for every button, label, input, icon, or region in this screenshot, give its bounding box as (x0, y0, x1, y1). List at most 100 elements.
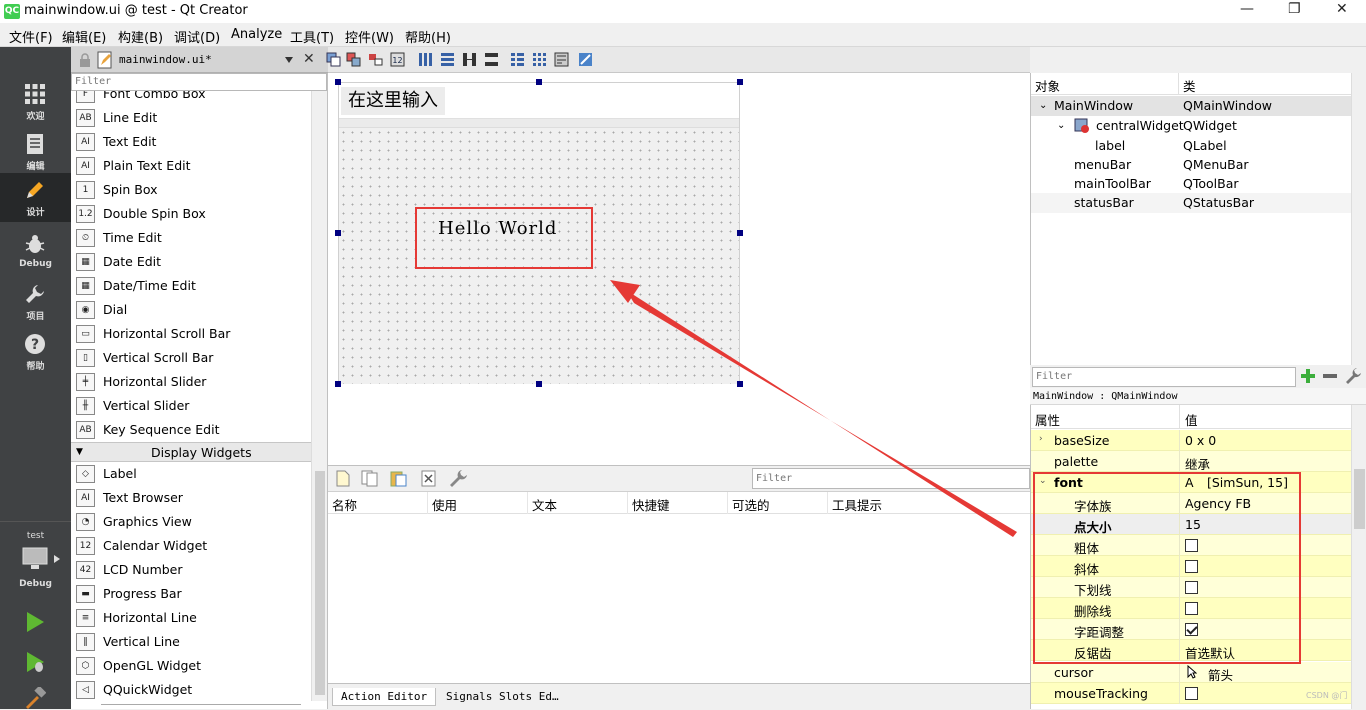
widget-item[interactable]: ◁ QQuickWidget (71, 678, 311, 701)
resize-handle[interactable] (536, 79, 542, 85)
widget-item[interactable]: ◉ Dial (71, 298, 311, 322)
expand-arrow-icon[interactable]: ⌄ (1057, 120, 1065, 131)
paste-action-icon[interactable] (390, 470, 408, 487)
widget-item[interactable]: ◔ Graphics View (71, 510, 311, 534)
property-value[interactable]: 箭头 (1208, 665, 1233, 684)
resize-handle[interactable] (737, 381, 743, 387)
resize-handle[interactable] (335, 230, 341, 236)
mousetracking-checkbox[interactable] (1185, 687, 1198, 700)
menu-help[interactable]: 帮助(H) (405, 27, 451, 46)
form-menu-bar[interactable]: 在这里输入 (339, 83, 739, 119)
object-inspector-scrollbar[interactable] (1351, 73, 1366, 365)
menu-edit[interactable]: 编辑(E) (62, 27, 106, 46)
property-row-mousetracking[interactable]: mouseTracking (1031, 683, 1351, 704)
widget-item[interactable]: 12 Calendar Widget (71, 534, 311, 558)
scrollbar-thumb[interactable] (1354, 469, 1365, 529)
column-header-text[interactable]: 文本 (532, 495, 557, 514)
menu-debug[interactable]: 调试(D) (174, 27, 220, 46)
add-dynamic-property-icon[interactable] (1300, 368, 1316, 384)
widget-item[interactable]: ⏲ Time Edit (71, 226, 311, 250)
debug-run-icon[interactable] (24, 651, 46, 673)
chevron-down-icon[interactable] (285, 57, 293, 63)
object-row-centralwidget[interactable]: ⌄ centralWidget QWidget (1031, 116, 1352, 136)
widget-item[interactable]: ‖ Vertical Line (71, 630, 311, 654)
widget-item[interactable]: ▭ Horizontal Scroll Bar (71, 322, 311, 346)
delete-action-icon[interactable] (421, 470, 437, 487)
edit-tab-order-icon[interactable]: 12 (390, 52, 405, 67)
layout-splitter-v-icon[interactable] (484, 52, 499, 67)
widget-item[interactable]: 1 Spin Box (71, 178, 311, 202)
menu-tools[interactable]: 工具(T) (290, 27, 334, 46)
widget-item[interactable]: AI Plain Text Edit (71, 154, 311, 178)
tab-signals-slots-editor[interactable]: Signals Slots Ed… (438, 688, 567, 705)
object-row-mainwindow[interactable]: ⌄ MainWindow QMainWindow (1031, 96, 1352, 116)
widget-item[interactable]: ≡ Horizontal Line (71, 606, 311, 630)
menu-analyze[interactable]: Analyze (231, 27, 282, 42)
widget-item[interactable]: ▦ Date/Time Edit (71, 274, 311, 298)
column-header-tooltip[interactable]: 工具提示 (832, 495, 882, 514)
resize-handle[interactable] (737, 230, 743, 236)
column-header-object[interactable]: 对象 (1035, 76, 1060, 95)
close-document-button[interactable]: ✕ (303, 51, 315, 67)
mode-design[interactable]: 设计 (0, 173, 71, 222)
resize-handle[interactable] (536, 381, 542, 387)
column-header-class[interactable]: 类 (1183, 76, 1196, 95)
edit-buddies-icon[interactable] (368, 52, 383, 67)
column-header-used[interactable]: 使用 (432, 495, 457, 514)
adjust-size-icon[interactable] (578, 52, 593, 67)
remove-dynamic-property-icon[interactable] (1322, 368, 1338, 384)
widget-item[interactable]: ▯ Vertical Scroll Bar (71, 346, 311, 370)
property-value[interactable]: 继承 (1185, 454, 1210, 473)
document-tab-name[interactable]: mainwindow.ui* (119, 53, 212, 66)
configure-action-icon[interactable] (448, 469, 468, 488)
expand-arrow-icon[interactable]: › (1039, 434, 1043, 444)
restore-button[interactable]: ❐ (1288, 1, 1301, 17)
object-row-maintoolbar[interactable]: mainToolBar QToolBar (1031, 174, 1352, 194)
widget-item[interactable]: AB Key Sequence Edit (71, 418, 311, 442)
mode-edit[interactable]: 编辑 (0, 127, 71, 176)
menu-type-here[interactable]: 在这里输入 (341, 87, 445, 115)
close-window-button[interactable]: ✕ (1336, 1, 1348, 17)
widget-item[interactable]: ╪ Horizontal Slider (71, 370, 311, 394)
new-action-icon[interactable] (336, 470, 350, 487)
widget-item[interactable]: ◇ Label (71, 462, 311, 486)
property-row-basesize[interactable]: › baseSize 0 x 0 (1031, 430, 1351, 451)
object-row-statusbar[interactable]: statusBar QStatusBar (1031, 193, 1352, 213)
copy-action-icon[interactable] (361, 470, 379, 487)
widget-item[interactable]: ▦ Date Edit (71, 250, 311, 274)
menu-file[interactable]: 文件(F) (9, 27, 53, 46)
widget-filter-input[interactable]: Filter (71, 73, 327, 91)
object-row-label[interactable]: label QLabel (1031, 136, 1352, 156)
widget-item[interactable]: F Font Combo Box (71, 91, 311, 106)
menu-widgets[interactable]: 控件(W) (345, 27, 394, 46)
build-hammer-icon[interactable] (24, 687, 46, 709)
property-row-palette[interactable]: palette 继承 (1031, 451, 1351, 472)
mode-debug[interactable]: Debug (0, 227, 71, 276)
tab-action-editor[interactable]: Action Editor (332, 688, 437, 706)
column-header-name[interactable]: 名称 (332, 495, 357, 514)
column-header-shortcut[interactable]: 快捷键 (632, 495, 670, 514)
minimize-button[interactable]: — (1240, 1, 1254, 17)
property-value[interactable]: 0 x 0 (1185, 433, 1216, 448)
widget-item[interactable]: AI Text Edit (71, 130, 311, 154)
category-display-widgets[interactable]: ▼ Display Widgets (71, 442, 311, 462)
mode-projects[interactable]: 项目 (0, 277, 71, 326)
resize-handle[interactable] (737, 79, 743, 85)
property-filter-input[interactable]: Filter (1032, 367, 1296, 387)
edit-widgets-icon[interactable] (326, 52, 341, 67)
layout-form-icon[interactable] (510, 52, 525, 67)
break-layout-icon[interactable] (554, 52, 569, 67)
resize-handle[interactable] (335, 381, 341, 387)
kit-selector[interactable]: test Debug (0, 527, 71, 597)
mode-help[interactable]: ? 帮助 (0, 327, 71, 376)
menu-build[interactable]: 构建(B) (118, 27, 163, 46)
column-header-checkable[interactable]: 可选的 (732, 495, 770, 514)
property-editor-scrollbar[interactable] (1351, 405, 1366, 709)
edit-signals-slots-icon[interactable] (346, 52, 361, 67)
widget-item[interactable]: AI Text Browser (71, 486, 311, 510)
object-row-menubar[interactable]: menuBar QMenuBar (1031, 155, 1352, 175)
widget-item[interactable]: 42 LCD Number (71, 558, 311, 582)
widget-box-hscroll[interactable] (101, 704, 301, 709)
widget-item[interactable]: ⬡ OpenGL Widget (71, 654, 311, 678)
mode-welcome[interactable]: 欢迎 (0, 77, 71, 126)
